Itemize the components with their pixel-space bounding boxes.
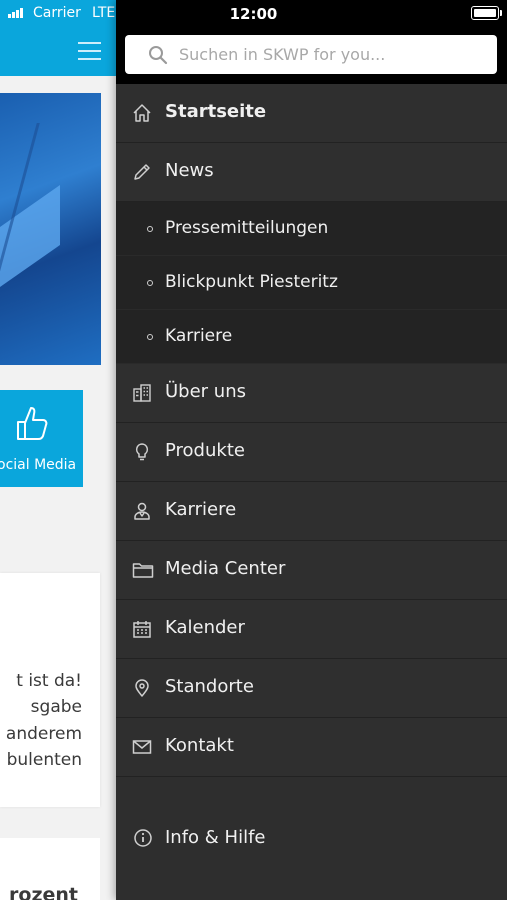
status-bar-left: Carrier LTE xyxy=(0,0,116,26)
menu-item-label: Produkte xyxy=(165,440,245,461)
building-icon xyxy=(132,383,152,403)
carrier-label: Carrier xyxy=(33,5,81,21)
drawer-header: 12:00 xyxy=(116,0,507,84)
social-media-label: ocial Media xyxy=(0,457,77,473)
menu-item-info-hilfe[interactable]: Info & Hilfe xyxy=(116,808,507,868)
submenu-item-karriere[interactable]: Karriere xyxy=(116,310,507,364)
social-media-tile[interactable]: ocial Media xyxy=(0,390,83,487)
folder-icon xyxy=(132,560,154,580)
menu-item-startseite[interactable]: Startseite xyxy=(116,84,507,143)
lightbulb-icon xyxy=(132,442,152,462)
person-icon xyxy=(132,501,152,521)
news-card[interactable]: rozent xyxy=(0,838,100,900)
menu-item-kalender[interactable]: Kalender xyxy=(116,600,507,659)
network-label: LTE xyxy=(92,5,116,21)
menu-item-ueber-uns[interactable]: Über uns xyxy=(116,364,507,423)
location-pin-icon xyxy=(132,678,152,698)
pencil-icon xyxy=(132,162,152,182)
status-time: 12:00 xyxy=(229,5,278,23)
menu-item-label: Standorte xyxy=(165,676,254,697)
submenu-item-label: Pressemitteilungen xyxy=(165,218,329,238)
menu-item-label: Kalender xyxy=(165,617,245,638)
menu-item-produkte[interactable]: Produkte xyxy=(116,423,507,482)
drawer-menu: Startseite News Pressemitteilungen Blick… xyxy=(116,84,507,777)
hamburger-menu-icon[interactable] xyxy=(78,42,101,60)
menu-item-karriere[interactable]: Karriere xyxy=(116,482,507,541)
mail-icon xyxy=(132,737,152,757)
menu-item-kontakt[interactable]: Kontakt xyxy=(116,718,507,777)
card-text-line: sgabe xyxy=(30,697,82,717)
menu-item-label: Info & Hilfe xyxy=(165,827,266,848)
menu-item-label: Über uns xyxy=(165,381,246,402)
search-bar[interactable] xyxy=(125,35,497,74)
menu-item-media-center[interactable]: Media Center xyxy=(116,541,507,600)
menu-item-label: Media Center xyxy=(165,558,286,579)
thumbs-up-icon xyxy=(14,404,48,442)
search-icon xyxy=(148,45,168,65)
menu-item-label: Karriere xyxy=(165,499,237,520)
navigation-drawer: 12:00 Startseite News Pressemitteilun xyxy=(116,0,507,900)
menu-item-news[interactable]: News xyxy=(116,143,507,202)
menu-item-label: Startseite xyxy=(165,101,267,122)
menu-item-label: Kontakt xyxy=(165,735,234,756)
info-icon xyxy=(133,828,153,848)
bullet-icon xyxy=(147,226,153,232)
battery-icon xyxy=(471,6,502,20)
menu-item-standorte[interactable]: Standorte xyxy=(116,659,507,718)
submenu-item-label: Blickpunkt Piesteritz xyxy=(165,272,338,292)
background-app: Carrier LTE ocial Media t ist da! sgabe … xyxy=(0,0,116,900)
bullet-icon xyxy=(147,334,153,340)
card-text-line: t ist da! xyxy=(16,671,82,691)
signal-icon xyxy=(8,8,23,18)
news-card[interactable]: t ist da! sgabe anderem bulenten xyxy=(0,573,100,807)
menu-item-label: News xyxy=(165,160,214,181)
search-input[interactable] xyxy=(179,35,479,74)
home-icon xyxy=(132,103,152,123)
card-text-line: anderem xyxy=(5,724,82,744)
submenu-item-pressemitteilungen[interactable]: Pressemitteilungen xyxy=(116,202,507,256)
card-text-line: bulenten xyxy=(6,750,82,770)
submenu-item-label: Karriere xyxy=(165,326,233,346)
calendar-icon xyxy=(132,619,152,639)
hero-image xyxy=(0,93,101,365)
card-title: rozent xyxy=(9,884,78,900)
bullet-icon xyxy=(147,280,153,286)
submenu-item-blickpunkt-piesteritz[interactable]: Blickpunkt Piesteritz xyxy=(116,256,507,310)
